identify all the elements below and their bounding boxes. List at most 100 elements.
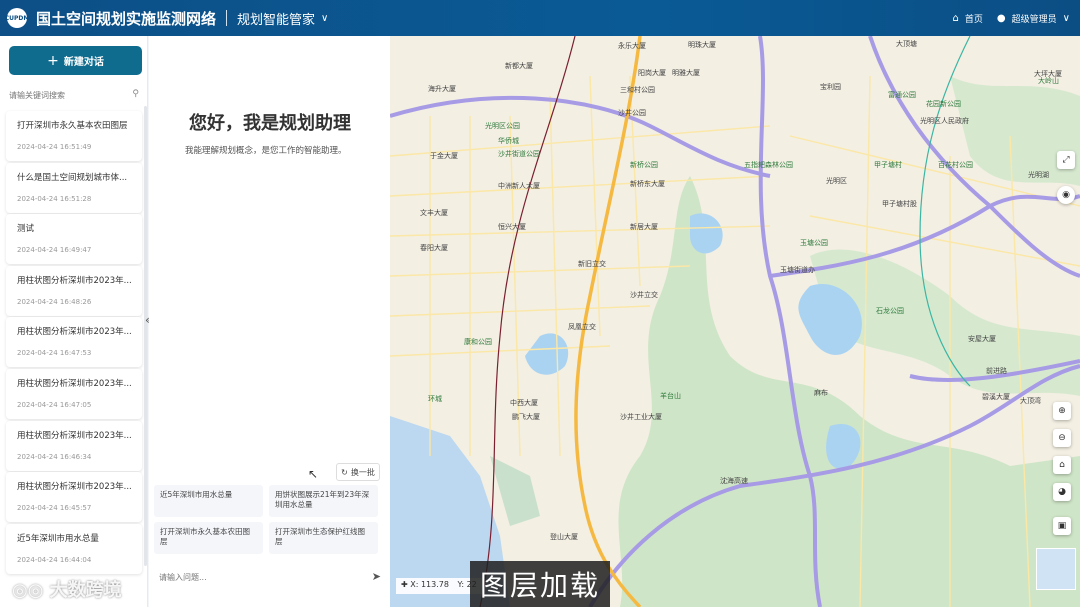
- map-poi-label: 玉塘公园: [800, 239, 828, 247]
- zoom-out-icon[interactable]: ⊖: [1053, 429, 1071, 447]
- map-poi-label: 光明湖: [1028, 171, 1049, 179]
- title-divider: [226, 10, 228, 26]
- zoom-in-icon[interactable]: ⊕: [1053, 402, 1071, 420]
- refresh-suggestions-button[interactable]: ↻ 换一批: [336, 463, 380, 481]
- user-name[interactable]: 超级管理员: [1012, 12, 1057, 25]
- search-box[interactable]: ⚲: [9, 85, 142, 105]
- system-title: 国土空间规划实施监测网络: [36, 9, 217, 28]
- assistant-icon[interactable]: ◉: [1057, 186, 1075, 204]
- map-poi-label: 碧溪大厦: [982, 393, 1010, 401]
- conversation-date: 2024-04-24 16:46:34: [17, 452, 92, 461]
- conversation-title: 测试: [17, 224, 35, 235]
- conversation-item[interactable]: 测试 2024-04-24 16:49:47: [6, 214, 142, 265]
- map-poi-label: 鹏飞大厦: [512, 413, 540, 421]
- conversation-date: 2024-04-24 16:51:28: [17, 194, 92, 203]
- map-poi-label: 大顶塘: [896, 40, 917, 48]
- map-poi-label: 百花村公园: [938, 161, 973, 169]
- fullscreen-icon[interactable]: ⤢: [1057, 151, 1075, 169]
- compass-icon[interactable]: ◕: [1053, 483, 1071, 501]
- conversation-title: 打开深圳市永久基本农田图层: [17, 121, 128, 131]
- refresh-icon: ↻: [341, 467, 348, 477]
- conversation-item[interactable]: 打开深圳市永久基本农田图层 2024-04-24 16:51:49: [6, 111, 142, 161]
- map-poi-label: 中洲新人大厦: [498, 182, 540, 190]
- map-poi-label: 沙井公园: [618, 109, 646, 117]
- map-poi-label: 新桥公园: [630, 161, 658, 169]
- conversation-title: 什么是国土空间规划城市体...: [17, 172, 128, 183]
- app-title[interactable]: 规划智能管家: [237, 9, 315, 28]
- home-icon[interactable]: ⌂: [953, 13, 959, 24]
- conversation-item[interactable]: 近5年深圳市用水总量 2024-04-24 16:44:04: [6, 523, 142, 574]
- conversation-item[interactable]: 什么是国土空间规划城市体... 2024-04-24 16:51:28: [6, 162, 142, 213]
- map-poi-label: 安屋大厦: [968, 335, 996, 343]
- user-chevron-icon[interactable]: ∨: [1063, 13, 1070, 24]
- chat-input[interactable]: [159, 572, 349, 582]
- map-poi-label: 沙井工业大厦: [620, 413, 662, 421]
- map-poi-label: 光明区人民政府: [920, 117, 969, 125]
- search-input[interactable]: [9, 90, 119, 100]
- conversation-item[interactable]: 用柱状图分析深圳市2023年... 2024-04-24 16:47:53: [6, 317, 142, 368]
- map-poi-label: 新旧立交: [578, 260, 606, 268]
- map-poi-label: 凤凰立交: [568, 323, 596, 331]
- map-poi-label: 文丰大厦: [420, 209, 448, 217]
- video-caption: 图层加载: [470, 561, 610, 607]
- crosshair-icon: ✚: [401, 580, 408, 589]
- conversation-title: 用柱状图分析深圳市2023年...: [17, 430, 132, 441]
- overview-minimap[interactable]: [1036, 548, 1076, 590]
- chat-input-row[interactable]: ➤: [159, 568, 381, 586]
- suggestion-4[interactable]: 打开深圳市生态保护红线图层: [269, 522, 378, 554]
- conversation-list: 打开深圳市永久基本农田图层 2024-04-24 16:51:49 什么是国土空间规…: [6, 111, 142, 575]
- user-icon[interactable]: ●: [997, 13, 1006, 24]
- conversation-date: 2024-04-24 16:44:04: [17, 555, 92, 564]
- greeting-title: 您好，我是规划助理: [189, 113, 351, 134]
- map-poi-label: 于金大厦: [430, 152, 458, 160]
- conversation-item[interactable]: 用柱状图分析深圳市2023年... 2024-04-24 16:47:05: [6, 368, 142, 419]
- map-poi-label: 华侨城: [498, 137, 519, 145]
- map-poi-label: 新都大厦: [505, 62, 533, 70]
- conversation-title: 用柱状图分析深圳市2023年...: [17, 378, 132, 389]
- map-poi-label: 五指耙森林公园: [744, 161, 793, 169]
- map-poi-label: 海升大厦: [428, 85, 456, 93]
- new-chat-button[interactable]: + 新建对话: [9, 46, 142, 75]
- map-poi-label: 新居大厦: [630, 223, 658, 231]
- conversation-title: 用柱状图分析深圳市2023年...: [17, 327, 132, 338]
- conversation-item[interactable]: 用柱状图分析深圳市2023年... 2024-04-24 16:46:34: [6, 420, 142, 471]
- map-poi-label: 明珠大厦: [688, 41, 716, 49]
- map-poi-label: 玉塘街道办: [780, 266, 815, 274]
- conversation-title: 用柱状图分析深圳市2023年...: [17, 275, 132, 286]
- map-poi-label: 宝利园: [820, 83, 841, 91]
- suggestion-2[interactable]: 用饼状图展示21年到23年深圳用水总量: [269, 485, 378, 517]
- map-poi-label: 明雅大厦: [672, 69, 700, 77]
- conversation-item[interactable]: 用柱状图分析深圳市2023年... 2024-04-24 16:45:57: [6, 472, 142, 523]
- map-poi-label: 中西大厦: [510, 399, 538, 407]
- conversation-date: 2024-04-24 16:48:26: [17, 297, 92, 306]
- scrollbar[interactable]: [144, 106, 147, 566]
- suggestion-1[interactable]: 近5年深圳市用水总量: [154, 485, 263, 517]
- home-extent-icon[interactable]: ⌂: [1053, 456, 1071, 474]
- map-poi-label: 石龙公园: [876, 307, 904, 315]
- conversation-date: 2024-04-24 16:51:49: [17, 143, 92, 151]
- map-poi-label: 康和公园: [464, 338, 492, 346]
- map-poi-label: 光明区: [826, 177, 847, 185]
- plus-icon: +: [47, 52, 59, 69]
- map-poi-label: 新桥东大厦: [630, 180, 665, 188]
- layers-icon[interactable]: ▣: [1053, 517, 1071, 535]
- map-poi-label: 大岭山: [1038, 77, 1059, 85]
- map-poi-label: 三和村公园: [620, 86, 655, 94]
- chevron-down-icon[interactable]: ∨: [321, 13, 328, 24]
- send-icon[interactable]: ➤: [372, 570, 381, 583]
- map-poi-label: 羊台山: [660, 392, 681, 400]
- map-poi-label: 登山大厦: [550, 533, 578, 541]
- suggestion-3[interactable]: 打开深圳市永久基本农田图层: [154, 522, 263, 554]
- chat-panel: 您好，我是规划助理 我能理解规划概念，是您工作的智能助理。 ↖ ↻ 换一批 近5…: [149, 36, 390, 607]
- watermark: ◎◎ 大数跨境: [12, 580, 122, 601]
- search-icon[interactable]: ⚲: [132, 89, 139, 99]
- map-view[interactable]: 永乐大厦 三和村公园 明珠大厦 阳岗大厦 明雅大厦 宝利园 富通公园 花园新公园 光明区人民政府…: [390, 36, 1080, 607]
- map-poi-label: 甲子塘村: [874, 161, 902, 169]
- map-poi-label: 前进路: [986, 367, 1007, 375]
- conversation-title: 近5年深圳市用水总量: [17, 533, 99, 544]
- conversation-item[interactable]: 用柱状图分析深圳市2023年... 2024-04-24 16:48:26: [6, 265, 142, 316]
- map-poi-label: 麻布: [814, 389, 828, 397]
- top-header: CUPDM 国土空间规划实施监测网络 规划智能管家 ∨ ⌂ 首页 ● 超级管理员…: [0, 0, 1080, 36]
- conversation-date: 2024-04-24 16:45:57: [17, 504, 92, 513]
- home-link[interactable]: 首页: [965, 12, 983, 25]
